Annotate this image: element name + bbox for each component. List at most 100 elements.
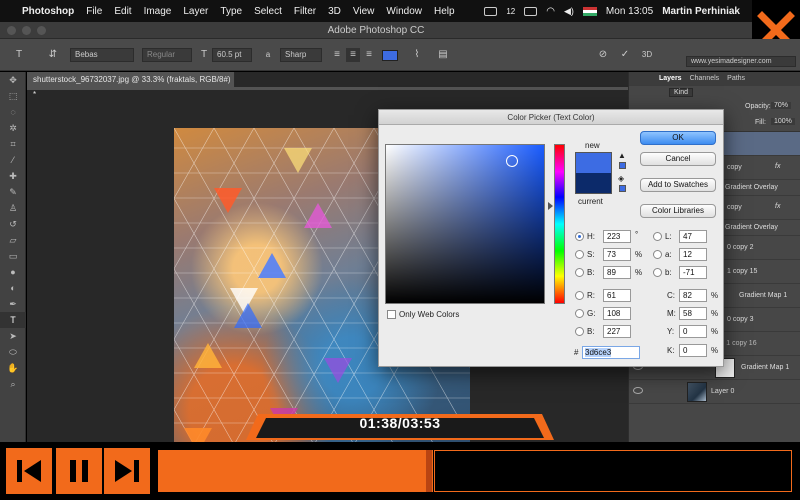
stamp-tool-icon[interactable]: ♙ — [0, 200, 26, 216]
eyedropper-tool-icon[interactable]: ⁄ — [0, 152, 26, 168]
input-r[interactable]: 61 — [603, 289, 631, 302]
eraser-tool-icon[interactable]: ▱ — [0, 232, 26, 248]
hue-slider-handle[interactable] — [548, 202, 553, 210]
text-color-swatch[interactable] — [382, 50, 398, 61]
hex-input[interactable]: 3d6ce3 — [582, 346, 640, 359]
font-size-select[interactable]: 60.5 pt — [212, 48, 252, 62]
history-brush-tool-icon[interactable]: ↺ — [0, 216, 26, 232]
move-tool-icon[interactable]: ✥ — [0, 72, 26, 88]
gamut-swatch[interactable] — [619, 162, 626, 169]
antialias-select[interactable]: Sharp — [280, 48, 322, 62]
type-tool-icon[interactable]: T — [12, 48, 26, 62]
minimize-window-icon[interactable] — [22, 26, 31, 35]
progress-bar-played[interactable] — [158, 450, 433, 492]
tab-channels[interactable]: Channels — [690, 72, 720, 86]
radio-h[interactable] — [575, 232, 584, 241]
menu-view[interactable]: View — [353, 6, 375, 17]
input-blue[interactable]: 227 — [603, 325, 631, 338]
input-flag-icon[interactable] — [582, 6, 597, 16]
radio-s[interactable] — [575, 250, 584, 259]
input-c[interactable]: 82 — [679, 289, 707, 302]
brush-tool-icon[interactable]: ✎ — [0, 184, 26, 200]
blur-tool-icon[interactable]: ● — [0, 264, 26, 280]
path-select-tool-icon[interactable]: ➤ — [0, 328, 26, 344]
radio-lab-b[interactable] — [653, 268, 662, 277]
color-libraries-button[interactable]: Color Libraries — [640, 204, 716, 218]
input-y[interactable]: 0 — [679, 325, 707, 338]
fx-icon[interactable]: fx — [775, 203, 780, 210]
zoom-tool-icon[interactable]: ⌕ — [0, 376, 26, 392]
document-tab[interactable]: shutterstock_96732037.jpg @ 33.3% (frakt… — [27, 72, 235, 99]
hue-slider[interactable] — [554, 144, 565, 304]
input-b[interactable]: 89 — [603, 266, 631, 279]
gradient-tool-icon[interactable]: ▭ — [0, 248, 26, 264]
pen-tool-icon[interactable]: ✒ — [0, 296, 26, 312]
web-safe-swatch[interactable] — [619, 185, 626, 192]
marquee-tool-icon[interactable]: ⬚ — [0, 88, 26, 104]
only-web-colors-checkbox[interactable] — [387, 310, 396, 319]
cancel-button[interactable]: Cancel — [640, 152, 716, 166]
input-g[interactable]: 108 — [603, 307, 631, 320]
font-family-select[interactable]: Bebas — [70, 48, 134, 62]
3d-text-icon[interactable]: 3D — [640, 48, 654, 62]
cancel-edit-icon[interactable]: ⊘ — [596, 48, 610, 62]
radio-b[interactable] — [575, 268, 584, 277]
hand-tool-icon[interactable]: ✋ — [0, 360, 26, 376]
toggle-orientation-icon[interactable]: ⇵ — [46, 48, 60, 62]
input-h[interactable]: 223 — [603, 230, 631, 243]
align-center-icon[interactable]: ≡ — [346, 48, 360, 62]
radio-g[interactable] — [575, 309, 584, 318]
close-window-icon[interactable] — [7, 26, 16, 35]
radio-blue[interactable] — [575, 327, 584, 336]
opacity-value[interactable]: 70% — [771, 102, 792, 109]
radio-l[interactable] — [653, 232, 662, 241]
tab-paths[interactable]: Paths — [727, 72, 745, 86]
wifi-icon[interactable]: ◠ — [546, 6, 555, 17]
menu-app[interactable]: Photoshop — [22, 6, 74, 17]
current-color-swatch[interactable] — [575, 173, 612, 194]
pause-button[interactable] — [56, 448, 102, 494]
menu-type[interactable]: Type — [220, 6, 242, 17]
display-icon[interactable] — [524, 6, 538, 16]
kind-filter[interactable]: Kind — [669, 88, 694, 97]
fill-value[interactable]: 100% — [771, 118, 795, 125]
menu-file[interactable]: File — [86, 6, 102, 17]
radio-a[interactable] — [653, 250, 662, 259]
input-k[interactable]: 0 — [679, 344, 707, 357]
workspace-select[interactable]: www.yesimadesigner.com — [686, 56, 796, 67]
cloud-icon[interactable] — [484, 6, 498, 16]
progress-bar-remaining[interactable] — [434, 450, 792, 492]
crop-tool-icon[interactable]: ⌗ — [0, 136, 26, 152]
quick-select-tool-icon[interactable]: ✲ — [0, 120, 26, 136]
commit-edit-icon[interactable]: ✓ — [618, 48, 632, 62]
web-safe-cube-icon[interactable]: ◈ — [618, 174, 624, 183]
saturation-brightness-field[interactable] — [385, 144, 545, 304]
clock[interactable]: Mon 13:05 — [606, 6, 653, 17]
input-m[interactable]: 58 — [679, 307, 707, 320]
input-a[interactable]: 12 — [679, 248, 707, 261]
progress-bar-handle[interactable] — [426, 450, 432, 492]
warp-text-icon[interactable]: ⌇ — [410, 48, 424, 62]
volume-icon[interactable]: ◀) — [564, 6, 574, 17]
user-name[interactable]: Martin Perhiniak — [662, 6, 740, 17]
shape-tool-icon[interactable]: ⬭ — [0, 344, 26, 360]
layer-row[interactable]: Layer 0 — [629, 380, 800, 404]
type-tool-panel-icon[interactable]: T — [0, 312, 26, 328]
add-to-swatches-button[interactable]: Add to Swatches — [640, 178, 716, 192]
radio-r[interactable] — [575, 291, 584, 300]
lasso-tool-icon[interactable]: ◌ — [0, 104, 26, 120]
out-of-gamut-icon[interactable]: ▲ — [618, 151, 626, 160]
input-s[interactable]: 73 — [603, 248, 631, 261]
menu-filter[interactable]: Filter — [294, 6, 316, 17]
skip-forward-button[interactable] — [104, 448, 150, 494]
input-lab-b[interactable]: -71 — [679, 266, 707, 279]
menu-3d[interactable]: 3D — [328, 6, 341, 17]
zoom-window-icon[interactable] — [37, 26, 46, 35]
fx-icon[interactable]: fx — [775, 163, 780, 170]
visibility-icon[interactable] — [633, 387, 643, 394]
align-right-icon[interactable]: ≡ — [362, 48, 376, 62]
input-l[interactable]: 47 — [679, 230, 707, 243]
character-panel-icon[interactable]: ▤ — [436, 48, 450, 62]
menu-help[interactable]: Help — [434, 6, 455, 17]
tab-layers[interactable]: Layers — [659, 72, 682, 86]
